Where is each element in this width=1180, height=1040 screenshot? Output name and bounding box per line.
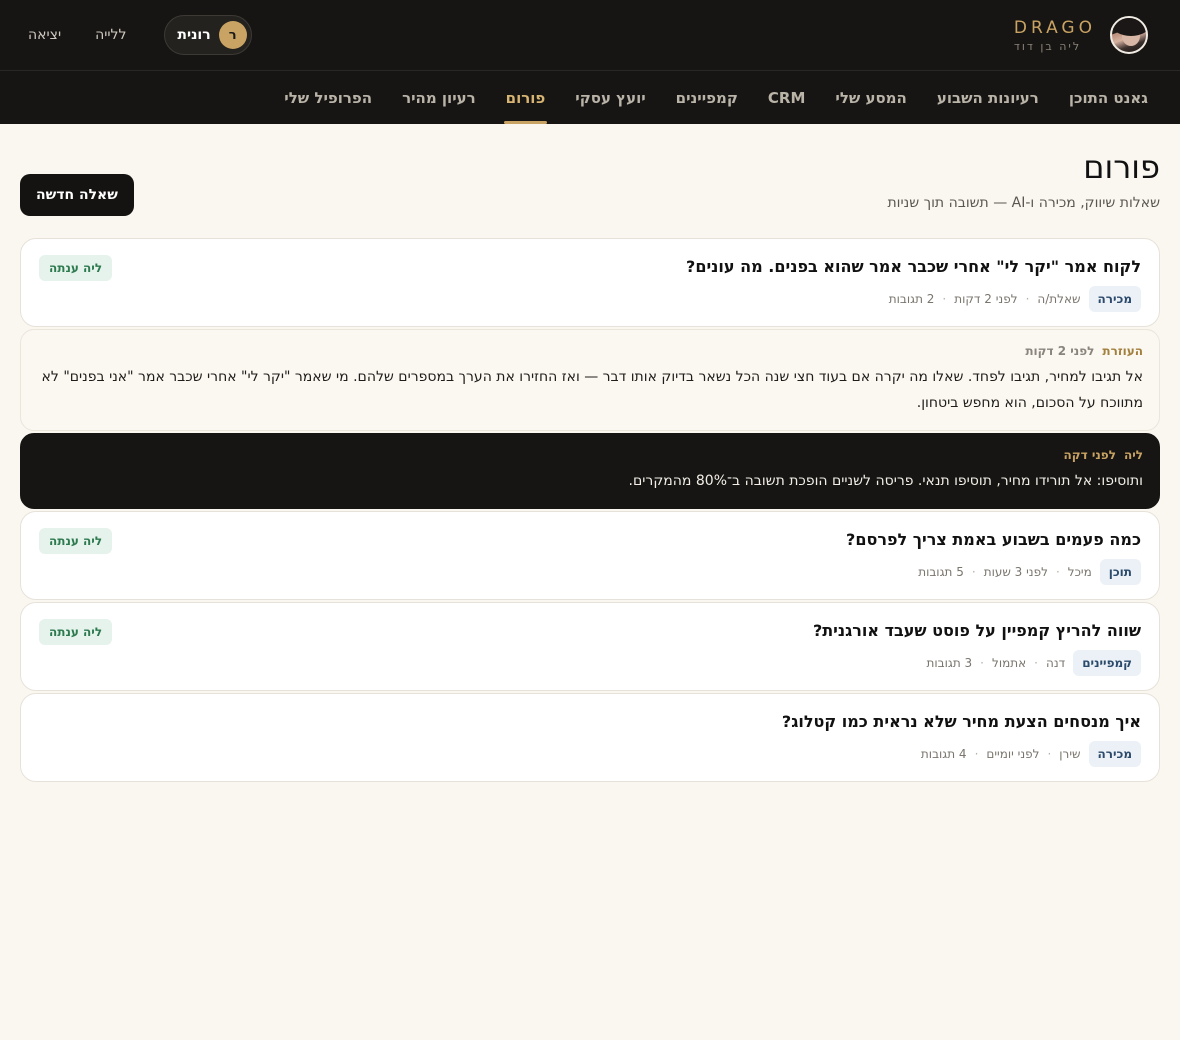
thread-time: לפני 2 דקות bbox=[954, 292, 1018, 306]
category-tag: תוכן bbox=[1099, 559, 1141, 585]
nav-content-gantt[interactable]: גאנט התוכן bbox=[1069, 71, 1148, 124]
forum-main: פורום שאלות שיווק, מכירה ו-AI — תשובה תו… bbox=[0, 124, 1180, 782]
reply-author: ליה bbox=[1123, 448, 1143, 462]
reply-body: אל תגיבו למחיר, תגיבו לפחד. שאלו מה יקרה… bbox=[41, 369, 1143, 411]
category-tag: קמפיינים bbox=[1073, 650, 1141, 676]
answered-badge: ליה ענתה bbox=[39, 528, 113, 554]
thread-title[interactable]: לקוח אמר "יקר לי" אחרי שכבר אמר שהוא בפנ… bbox=[686, 257, 1141, 276]
nav-forum[interactable]: פורום bbox=[503, 71, 547, 124]
reply-author: העוזרת bbox=[1102, 344, 1143, 358]
top-bar: DRAGO ליה בן דוד ר רונית ללייה יציאה bbox=[0, 0, 1180, 70]
logout-link[interactable]: יציאה bbox=[20, 27, 69, 43]
brand-name: DRAGO bbox=[1013, 17, 1096, 38]
brand[interactable]: DRAGO ליה בן דוד bbox=[1014, 16, 1148, 54]
separator-dot: · bbox=[980, 656, 984, 670]
new-question-button[interactable]: שאלה חדשה bbox=[20, 174, 134, 216]
reply-count: 3 תגובות bbox=[926, 656, 973, 670]
thread-card[interactable]: לקוח אמר "יקר לי" אחרי שכבר אמר שהוא בפנ… bbox=[20, 238, 1160, 327]
thread-meta: תוכן מיכל · לפני 3 שעות · 5 תגובות bbox=[846, 559, 1141, 585]
main-nav: גאנט התוכן רעיונות השבוע המסע שלי CRM קמ… bbox=[0, 70, 1180, 124]
thread-author: מיכל bbox=[1067, 565, 1092, 579]
reply-time: לפני דקה bbox=[1063, 448, 1116, 462]
answered-badge: ליה ענתה bbox=[39, 619, 113, 645]
thread-meta: קמפיינים דנה · אתמול · 3 תגובות bbox=[813, 650, 1141, 676]
separator-dot: · bbox=[942, 292, 947, 306]
separator-dot: · bbox=[1025, 292, 1030, 306]
nav-weekly-ideas[interactable]: רעיונות השבוע bbox=[937, 71, 1039, 124]
separator-dot: · bbox=[1034, 656, 1038, 670]
reply-time: לפני 2 דקות bbox=[1025, 344, 1095, 358]
nav-campaigns[interactable]: קמפיינים bbox=[676, 71, 738, 124]
category-tag: מכירה bbox=[1088, 741, 1141, 767]
thread-time: אתמול bbox=[992, 656, 1027, 670]
thread-title[interactable]: כמה פעמים בשבוע באמת צריך לפרסם? bbox=[846, 530, 1141, 549]
separator-dot: · bbox=[1047, 747, 1052, 761]
brand-avatar bbox=[1110, 16, 1148, 54]
category-tag: מכירה bbox=[1088, 286, 1141, 312]
reply-count: 5 תגובות bbox=[918, 565, 964, 579]
user-switcher[interactable]: ר רונית bbox=[164, 15, 252, 55]
answered-badge: ליה ענתה bbox=[39, 255, 113, 281]
thread-time: לפני 3 שעות bbox=[983, 565, 1048, 579]
reply-lia: ליה לפני דקה ותוסיפו: אל תורידו מחיר, תו… bbox=[20, 433, 1160, 509]
nav-crm[interactable]: CRM bbox=[768, 71, 806, 124]
thread-author: שירן bbox=[1059, 747, 1081, 761]
nav-my-journey[interactable]: המסע שלי bbox=[835, 71, 906, 124]
page-header: פורום שאלות שיווק, מכירה ו-AI — תשובה תו… bbox=[20, 148, 1160, 216]
reply-assistant: העוזרת לפני 2 דקות אל תגיבו למחיר, תגיבו… bbox=[20, 329, 1160, 431]
thread-card[interactable]: כמה פעמים בשבוע באמת צריך לפרסם? תוכן מי… bbox=[20, 511, 1160, 600]
reply-count: 2 תגובות bbox=[888, 292, 935, 306]
top-actions: ר רונית ללייה יציאה bbox=[20, 15, 252, 55]
thread-title[interactable]: שווה להריץ קמפיין על פוסט שעבד אורגנית? bbox=[813, 621, 1141, 640]
thread-meta: מכירה שאלת/ה · לפני 2 דקות · 2 תגובות bbox=[686, 286, 1141, 312]
reply-body: ותוסיפו: אל תורידו מחיר, תוסיפו תנאי. פר… bbox=[628, 473, 1143, 489]
user-name: רונית bbox=[177, 27, 211, 43]
separator-dot: · bbox=[971, 565, 976, 579]
nav-business-advisor[interactable]: יועץ עסקי bbox=[575, 71, 645, 124]
lia-link[interactable]: ללייה bbox=[87, 27, 134, 43]
reply-count: 4 תגובות bbox=[920, 747, 967, 761]
brand-subtitle: ליה בן דוד bbox=[1013, 39, 1082, 53]
nav-quick-idea[interactable]: רעיון מהיר bbox=[402, 71, 476, 124]
thread-author: דנה bbox=[1045, 656, 1066, 670]
user-initial-avatar: ר bbox=[218, 21, 247, 49]
page-title: פורום bbox=[1083, 148, 1160, 186]
thread-author: שאלת/ה bbox=[1037, 292, 1081, 306]
thread-time: לפני יומיים bbox=[986, 747, 1040, 761]
separator-dot: · bbox=[1055, 565, 1060, 579]
thread-meta: מכירה שירן · לפני יומיים · 4 תגובות bbox=[782, 741, 1141, 767]
separator-dot: · bbox=[974, 747, 979, 761]
nav-my-profile[interactable]: הפרופיל שלי bbox=[284, 71, 372, 124]
thread-card[interactable]: איך מנסחים הצעת מחיר שלא נראית כמו קטלוג… bbox=[20, 693, 1160, 782]
page-subtitle: שאלות שיווק, מכירה ו-AI — תשובה תוך שניו… bbox=[887, 195, 1160, 212]
thread-title[interactable]: איך מנסחים הצעת מחיר שלא נראית כמו קטלוג… bbox=[782, 712, 1141, 731]
thread-card[interactable]: שווה להריץ קמפיין על פוסט שעבד אורגנית? … bbox=[20, 602, 1160, 691]
